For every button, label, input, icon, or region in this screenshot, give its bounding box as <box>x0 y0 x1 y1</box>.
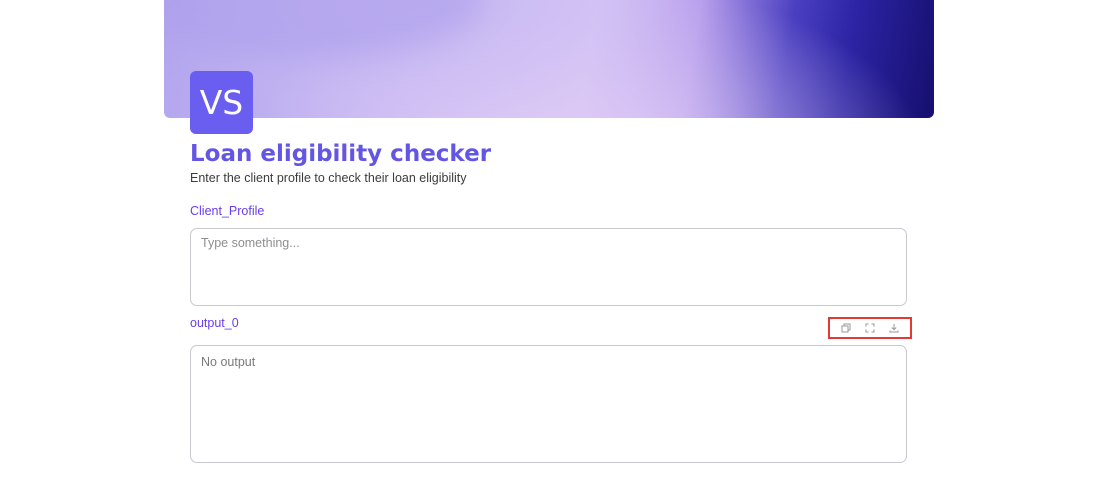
expand-icon <box>865 323 875 333</box>
output-0-label: output_0 <box>190 316 239 330</box>
output-0-box: No output <box>190 345 907 463</box>
output-toolbar <box>828 317 912 339</box>
download-icon <box>889 324 899 333</box>
banner-sheen <box>164 0 484 60</box>
app-page: VS Loan eligibility checker Enter the cl… <box>0 0 1100 490</box>
client-profile-field-container <box>190 228 907 306</box>
download-button[interactable] <box>887 321 901 335</box>
header-banner <box>164 0 934 118</box>
page-description: Enter the client profile to check their … <box>190 171 467 185</box>
page-title: Loan eligibility checker <box>190 141 492 167</box>
app-avatar: VS <box>190 71 253 134</box>
output-0-value: No output <box>201 355 256 369</box>
expand-button[interactable] <box>863 321 877 335</box>
copy-button[interactable] <box>839 321 853 335</box>
client-profile-input[interactable] <box>191 229 906 305</box>
copy-icon <box>841 323 851 333</box>
client-profile-label: Client_Profile <box>190 204 265 218</box>
